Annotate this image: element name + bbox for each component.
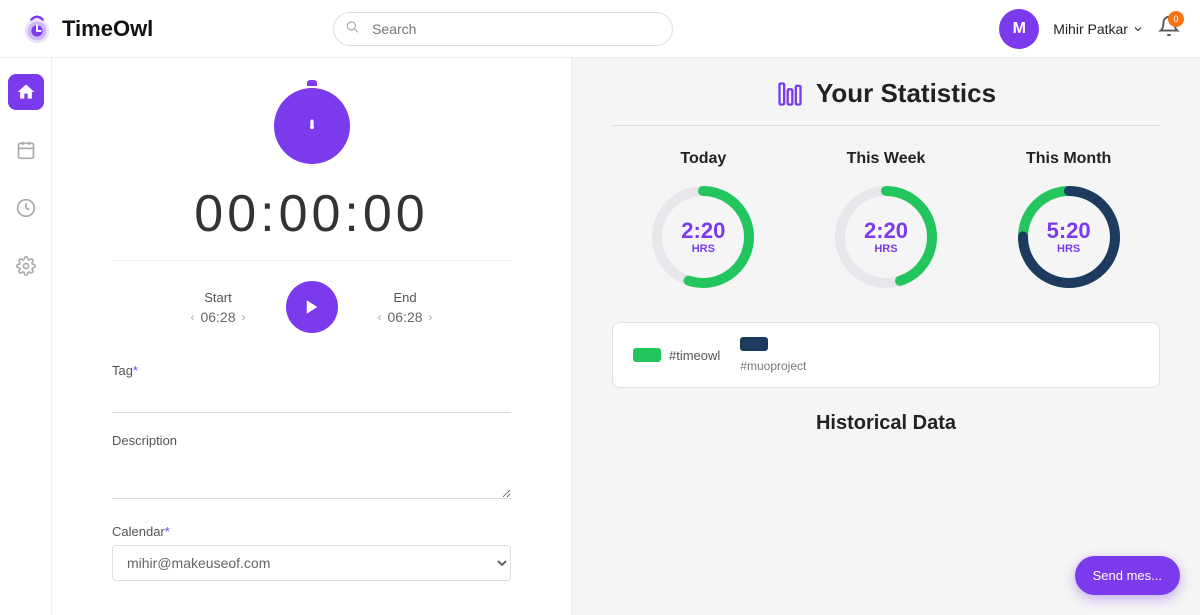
main-wrapper: 00:00:00 Start ‹ 06:28 › End [0,58,1200,615]
donut-today: 2:20 HRS [648,182,758,292]
start-prev-arrow[interactable]: ‹ [190,310,194,324]
timer-display: 00:00:00 [194,184,428,244]
end-next-arrow[interactable]: › [429,310,433,324]
sidebar-item-settings[interactable] [8,248,44,284]
tag-section: Tag* [112,363,511,413]
timer-controls: Start ‹ 06:28 › End ‹ 06:28 › [190,281,432,333]
legend-box: #timeowl #muoproject [612,322,1160,388]
donut-week-center: 2:20 HRS [864,219,908,255]
sidebar-nav [0,58,52,615]
calendar-label: Calendar* [112,524,511,539]
header-right: M Mihir Patkar 0 [999,9,1180,49]
end-control: End ‹ 06:28 › [378,290,433,325]
start-time: 06:28 [200,309,235,325]
search-bar [333,12,673,46]
sidebar-item-calendar[interactable] [8,132,44,168]
start-control: Start ‹ 06:28 › [190,290,245,325]
timer-divider [112,260,511,261]
end-time: 06:28 [388,309,423,325]
timer-panel: 00:00:00 Start ‹ 06:28 › End [52,58,572,615]
content: 00:00:00 Start ‹ 06:28 › End [52,58,1200,615]
period-month-label: This Month [1026,150,1111,168]
home-icon [16,82,36,102]
calendar-icon [16,140,36,160]
legend-muoproject-label: #muoproject [740,359,806,373]
stopwatch-icon [297,111,327,141]
stats-periods: Today 2:20 HRS This Week [612,150,1160,292]
search-input[interactable] [333,12,673,46]
search-icon [345,19,359,38]
calendar-section: Calendar* mihir@makeuseof.com [112,524,511,581]
start-label: Start [204,290,231,305]
legend-muoproject-color [740,337,768,351]
legend-timeowl: #timeowl [633,348,720,363]
description-input[interactable] [112,454,511,499]
chevron-down-icon [1132,23,1144,35]
end-prev-arrow[interactable]: ‹ [378,310,382,324]
period-today: Today 2:20 HRS [648,150,758,292]
donut-week: 2:20 HRS [831,182,941,292]
donut-today-center: 2:20 HRS [681,219,725,255]
user-name[interactable]: Mihir Patkar [1053,21,1144,37]
stats-icon [776,80,804,108]
end-value: ‹ 06:28 › [378,309,433,325]
play-icon [303,298,321,316]
end-label: End [393,290,416,305]
donut-month-unit: HRS [1047,243,1091,255]
timer-icon [274,88,350,164]
donut-month-center: 5:20 HRS [1047,219,1091,255]
logo-icon [20,12,54,46]
chat-button[interactable]: Send mes... [1075,556,1180,595]
stats-panel: Your Statistics Today 2:20 HRS [572,58,1200,615]
sidebar-item-home[interactable] [8,74,44,110]
header: TimeOwl M Mihir Patkar 0 [0,0,1200,58]
donut-today-time: 2:20 [681,219,725,243]
stats-divider [612,125,1160,126]
donut-week-unit: HRS [864,243,908,255]
donut-month-time: 5:20 [1047,219,1091,243]
legend-muoproject: #muoproject [740,337,806,373]
clock-icon [16,198,36,218]
avatar: M [999,9,1039,49]
period-week: This Week 2:20 HRS [831,150,941,292]
logo-text: TimeOwl [62,16,153,42]
start-value: ‹ 06:28 › [190,309,245,325]
sidebar-item-history[interactable] [8,190,44,226]
period-month: This Month 5:20 HRS [1014,150,1124,292]
calendar-select[interactable]: mihir@makeuseof.com [112,545,511,581]
settings-icon [16,256,36,276]
donut-today-unit: HRS [681,243,725,255]
period-today-label: Today [680,150,726,168]
play-button[interactable] [286,281,338,333]
logo: TimeOwl [20,12,160,46]
legend-timeowl-label: #timeowl [669,348,720,363]
description-label: Description [112,433,511,448]
donut-month: 5:20 HRS [1014,182,1124,292]
stats-title: Your Statistics [612,78,1160,109]
tag-input[interactable] [112,384,511,413]
notification-badge: 0 [1168,11,1184,27]
bell-button[interactable]: 0 [1158,15,1180,42]
period-week-label: This Week [847,150,926,168]
description-section: Description [112,433,511,504]
donut-week-time: 2:20 [864,219,908,243]
historical-title: Historical Data [612,412,1160,435]
stats-heading: Your Statistics [816,78,996,109]
legend-timeowl-color [633,348,661,362]
tag-label: Tag* [112,363,511,378]
start-next-arrow[interactable]: › [242,310,246,324]
